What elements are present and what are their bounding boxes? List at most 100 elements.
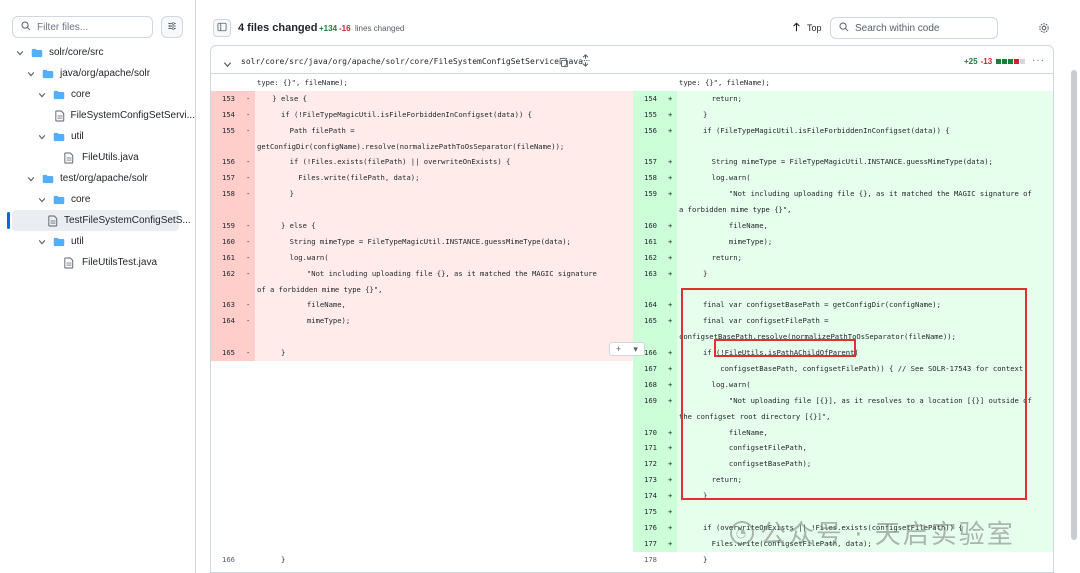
- diff-line[interactable]: 158- }: [211, 186, 633, 203]
- line-number[interactable]: 176: [633, 519, 663, 536]
- diff-line[interactable]: 156 + if (FileTypeMagicUtil.isFileForbidd…: [633, 122, 1053, 139]
- filter-options-button[interactable]: [161, 16, 183, 38]
- line-number[interactable]: [211, 202, 241, 219]
- search-within-code-input[interactable]: Search within code: [830, 17, 998, 39]
- line-number[interactable]: 159: [211, 218, 241, 234]
- tree-folder[interactable]: core: [0, 84, 195, 105]
- chevron-down-icon[interactable]: [26, 175, 36, 183]
- diff-line[interactable]: 162 + return;: [633, 249, 1053, 266]
- line-number[interactable]: 155: [633, 106, 663, 123]
- line-number[interactable]: 159: [633, 186, 663, 203]
- scroll-top-button[interactable]: Top: [792, 22, 822, 34]
- diff-line[interactable]: 159 + "Not including uploading file {}, a…: [633, 186, 1053, 203]
- diff-line[interactable]: 156- if (!Files.exists(filePath) || over…: [211, 154, 633, 171]
- tree-file[interactable]: TestFileSystemConfigSetS...: [7, 210, 191, 231]
- tree-file[interactable]: FileUtils.java: [0, 147, 195, 168]
- chevron-down-icon[interactable]: [15, 49, 25, 57]
- filter-files-input[interactable]: Filter files...: [12, 16, 153, 38]
- line-number[interactable]: 157: [633, 154, 663, 171]
- diff-line[interactable]: getConfigDir(configName).resolve(normali…: [211, 138, 633, 155]
- diff-line[interactable]: 161 + mimeType);: [633, 233, 1053, 250]
- diff-line[interactable]: type: {}", fileName);: [633, 75, 1053, 91]
- line-number[interactable]: [633, 138, 663, 155]
- diff-line[interactable]: 163- fileName,: [211, 297, 633, 314]
- diff-line[interactable]: 164- mimeType);: [211, 313, 633, 330]
- diff-line[interactable]: 160 + fileName,: [633, 218, 1053, 234]
- chevron-down-icon[interactable]: [37, 91, 47, 99]
- diff-line[interactable]: 157 + String mimeType = FileTypeMagicUtil…: [633, 154, 1053, 171]
- caret-down-icon[interactable]: ▾: [633, 344, 638, 355]
- line-number[interactable]: [633, 281, 663, 298]
- diff-line[interactable]: 158 + log.warn(: [633, 170, 1053, 187]
- tree-folder[interactable]: java/org/apache/solr: [0, 63, 195, 84]
- line-number[interactable]: 179: [633, 568, 663, 572]
- line-number[interactable]: 162: [633, 249, 663, 266]
- line-number[interactable]: 155: [211, 122, 241, 139]
- diff-line[interactable]: 160- String mimeType = FileTypeMagicUtil…: [211, 233, 633, 250]
- diff-line[interactable]: 153- } else {: [211, 90, 633, 107]
- line-number[interactable]: 161: [633, 233, 663, 250]
- line-number[interactable]: 178: [633, 552, 663, 568]
- tree-folder[interactable]: test/org/apache/solr: [0, 168, 195, 189]
- line-number[interactable]: 162: [211, 265, 241, 282]
- diff-line[interactable]: [211, 202, 633, 219]
- more-options-icon[interactable]: ···: [1032, 55, 1045, 66]
- expand-all-icon[interactable]: [580, 54, 591, 72]
- line-number[interactable]: 154: [633, 90, 663, 107]
- line-number[interactable]: 167: [633, 361, 663, 377]
- diff-line[interactable]: 155- Path filePath =: [211, 122, 633, 139]
- line-number[interactable]: 165: [211, 345, 241, 362]
- line-number[interactable]: 165: [633, 313, 663, 330]
- line-number[interactable]: 156: [211, 154, 241, 171]
- diff-line[interactable]: of a forbidden mime type {}",: [211, 281, 633, 298]
- chevron-down-icon[interactable]: [37, 238, 47, 246]
- chevron-down-icon[interactable]: [26, 70, 36, 78]
- tree-file[interactable]: FileUtilsTest.java: [0, 252, 195, 273]
- line-number[interactable]: 173: [633, 472, 663, 489]
- line-number[interactable]: 158: [211, 186, 241, 203]
- toggle-sidebar-button[interactable]: [213, 19, 231, 37]
- line-number[interactable]: 153: [211, 90, 241, 107]
- line-number[interactable]: 171: [633, 440, 663, 457]
- line-number[interactable]: 163: [211, 297, 241, 314]
- diff-line[interactable]: 162- "Not including uploading file {}, a…: [211, 265, 633, 282]
- tree-folder[interactable]: core: [0, 189, 195, 210]
- line-number[interactable]: 168: [633, 376, 663, 393]
- chevron-down-icon[interactable]: [37, 196, 47, 204]
- line-number[interactable]: 160: [211, 233, 241, 250]
- line-number[interactable]: 160: [633, 218, 663, 234]
- diff-line[interactable]: 165- }: [211, 345, 633, 362]
- diff-line[interactable]: type: {}", fileName);: [211, 75, 633, 91]
- line-number[interactable]: 161: [211, 249, 241, 266]
- diff-line[interactable]: 157- Files.write(filePath, data);: [211, 170, 633, 187]
- chevron-down-icon[interactable]: [37, 133, 47, 141]
- diff-line[interactable]: 159- } else {: [211, 218, 633, 234]
- line-number[interactable]: 169: [633, 392, 663, 409]
- tree-folder[interactable]: solr/core/src: [0, 42, 195, 63]
- diff-line[interactable]: 167 }: [211, 568, 633, 572]
- diff-line[interactable]: 155 + }: [633, 106, 1053, 123]
- diff-line[interactable]: 179 }: [633, 568, 1053, 572]
- line-number[interactable]: 170: [633, 424, 663, 441]
- tree-folder[interactable]: util: [0, 231, 195, 252]
- line-number[interactable]: 164: [633, 297, 663, 314]
- add-comment-control[interactable]: + ▾: [609, 342, 645, 356]
- tree-folder[interactable]: util: [0, 126, 195, 147]
- line-number[interactable]: 158: [633, 170, 663, 187]
- diff-line[interactable]: [211, 329, 633, 346]
- line-number[interactable]: 172: [633, 456, 663, 473]
- line-number[interactable]: [211, 329, 241, 346]
- line-number[interactable]: 175: [633, 504, 663, 520]
- diff-line[interactable]: 178 }: [633, 552, 1053, 568]
- diff-line[interactable]: 154- if (!FileTypeMagicUtil.isFileForbid…: [211, 106, 633, 123]
- chevron-down-icon[interactable]: [223, 56, 232, 74]
- line-number[interactable]: 157: [211, 170, 241, 187]
- line-number[interactable]: 166: [211, 552, 241, 568]
- diff-settings-button[interactable]: [1038, 21, 1050, 39]
- plus-icon[interactable]: +: [616, 344, 621, 354]
- line-number[interactable]: 163: [633, 265, 663, 282]
- copy-icon[interactable]: [558, 55, 569, 73]
- diff-line[interactable]: 161- log.warn(: [211, 249, 633, 266]
- diff-line[interactable]: a forbidden mime type {}",: [633, 202, 1053, 219]
- page-scrollbar[interactable]: [1071, 70, 1077, 540]
